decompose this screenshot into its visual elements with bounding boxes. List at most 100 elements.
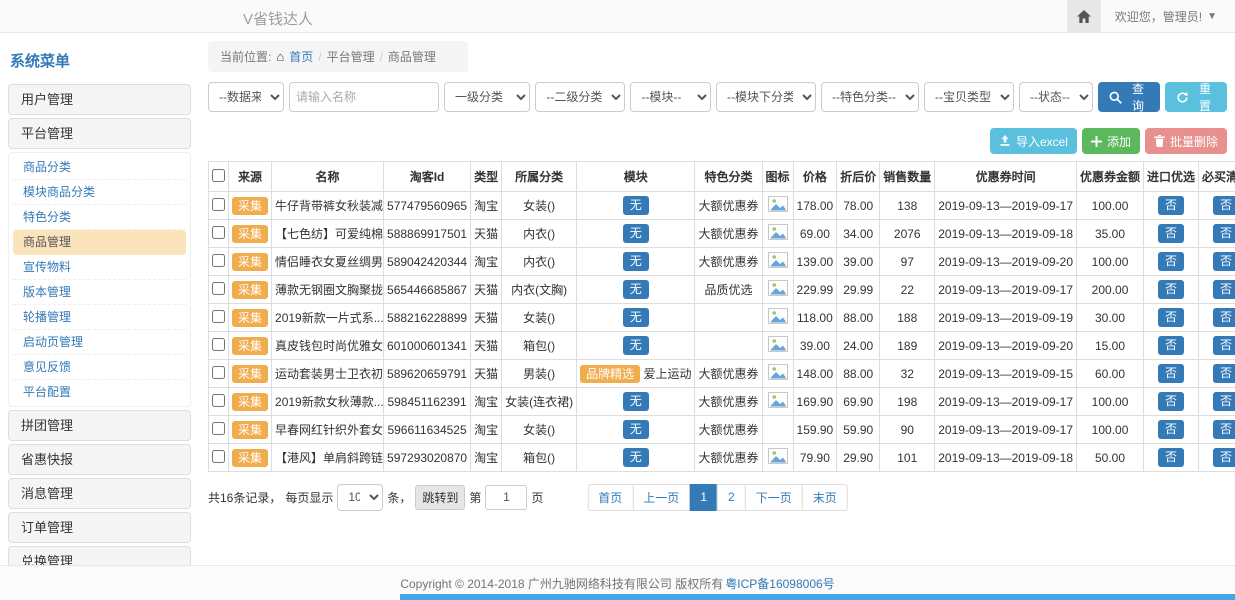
sidebar-item-意见反馈[interactable]: 意见反馈 <box>13 355 186 380</box>
pager-button-首页[interactable]: 首页 <box>587 484 633 511</box>
must-buy-toggle[interactable]: 否 <box>1213 392 1235 411</box>
must-buy-toggle[interactable]: 否 <box>1213 224 1235 243</box>
product-thumb-icon <box>768 448 788 464</box>
row-checkbox[interactable] <box>212 254 225 267</box>
must-buy-toggle[interactable]: 否 <box>1213 196 1235 215</box>
filter-select-2[interactable]: --二级分类-- <box>535 82 625 112</box>
batch-delete-button[interactable]: 批量删除 <box>1145 128 1227 154</box>
sidebar-group-订单管理[interactable]: 订单管理 <box>8 512 191 543</box>
layout: 系统菜单 用户管理平台管理商品分类模块商品分类特色分类商品管理宣传物料版本管理轮… <box>0 33 1235 600</box>
import-select-toggle[interactable]: 否 <box>1158 392 1184 411</box>
filter-select-7[interactable]: --状态-- <box>1019 82 1093 112</box>
search-button[interactable]: 查询 <box>1098 82 1160 112</box>
row-checkbox[interactable] <box>212 422 225 435</box>
pagination-bar: 共16条记录， 每页显示 10 条， 跳转到 第 页 首页上一页12下一页末页 <box>208 482 1227 512</box>
filter-select-1[interactable]: 一级分类 <box>444 82 530 112</box>
jump-button[interactable]: 跳转到 <box>415 485 465 510</box>
cell-checkbox <box>209 388 229 416</box>
product-table: 来源名称淘客Id类型所属分类模块特色分类图标价格折后价销售数量优惠券时间优惠券金… <box>208 161 1235 472</box>
pager-button-下一页[interactable]: 下一页 <box>745 484 803 511</box>
cell-module: 无 <box>577 388 695 416</box>
import-select-toggle[interactable]: 否 <box>1158 196 1184 215</box>
row-checkbox[interactable] <box>212 450 225 463</box>
name-search-input[interactable] <box>289 82 439 112</box>
sidebar-item-商品分类[interactable]: 商品分类 <box>13 155 186 180</box>
cell-discount-price: 88.00 <box>837 360 880 388</box>
row-checkbox[interactable] <box>212 366 225 379</box>
cell-discount-price: 88.00 <box>837 304 880 332</box>
must-buy-toggle[interactable]: 否 <box>1213 308 1235 327</box>
module-badge: 无 <box>623 224 649 243</box>
breadcrumb-item[interactable]: 平台管理 <box>327 48 375 65</box>
filter-select-3[interactable]: --模块-- <box>630 82 711 112</box>
sidebar-item-启动页管理[interactable]: 启动页管理 <box>13 330 186 355</box>
must-buy-toggle[interactable]: 否 <box>1213 420 1235 439</box>
must-buy-toggle[interactable]: 否 <box>1213 336 1235 355</box>
cell-product-name: 运动套装男士卫衣初秋... <box>272 360 384 388</box>
main-content: 当前位置: ⌂ 首页 / 平台管理 / 商品管理 --数据来源--一级分类--二… <box>208 41 1227 512</box>
import-select-toggle[interactable]: 否 <box>1158 252 1184 271</box>
import-select-toggle[interactable]: 否 <box>1158 280 1184 299</box>
sidebar-group-消息管理[interactable]: 消息管理 <box>8 478 191 509</box>
filter-select-5[interactable]: --特色分类-- <box>821 82 919 112</box>
product-thumb-icon <box>768 252 788 268</box>
sidebar-group-省惠快报[interactable]: 省惠快报 <box>8 444 191 475</box>
breadcrumb-home-link[interactable]: 首页 <box>289 48 313 65</box>
sidebar-item-模块商品分类[interactable]: 模块商品分类 <box>13 180 186 205</box>
cell-coupon-time: 2019-09-13—2019-09-17 <box>935 192 1077 220</box>
filter-select-6[interactable]: --宝贝类型-- <box>924 82 1014 112</box>
per-page-select[interactable]: 10 <box>337 484 383 511</box>
cell-discount-price: 34.00 <box>837 220 880 248</box>
sidebar-item-轮播管理[interactable]: 轮播管理 <box>13 305 186 330</box>
cell-product-name: 牛仔背带裤女秋装减龄... <box>272 192 384 220</box>
sidebar-item-特色分类[interactable]: 特色分类 <box>13 205 186 230</box>
must-buy-toggle[interactable]: 否 <box>1213 252 1235 271</box>
must-buy-toggle[interactable]: 否 <box>1213 280 1235 299</box>
product-thumb-icon <box>768 308 788 324</box>
cell-source: 采集 <box>229 192 272 220</box>
row-checkbox[interactable] <box>212 198 225 211</box>
pager-button-末页[interactable]: 末页 <box>802 484 848 511</box>
import-select-toggle[interactable]: 否 <box>1158 336 1184 355</box>
cell-price: 39.00 <box>793 332 837 360</box>
import-select-toggle[interactable]: 否 <box>1158 448 1184 467</box>
must-buy-toggle[interactable]: 否 <box>1213 364 1235 383</box>
cell-product-name: 情侣睡衣女夏丝绸男士... <box>272 248 384 276</box>
sidebar-item-平台配置[interactable]: 平台配置 <box>13 380 186 404</box>
add-button[interactable]: 添加 <box>1082 128 1140 154</box>
home-icon-button[interactable] <box>1067 0 1101 32</box>
row-checkbox[interactable] <box>212 394 225 407</box>
import-select-toggle[interactable]: 否 <box>1158 420 1184 439</box>
filter-select-source[interactable]: --数据来源-- <box>208 82 284 112</box>
import-select-toggle[interactable]: 否 <box>1158 224 1184 243</box>
module-badge: 无 <box>623 448 649 467</box>
filter-select-4[interactable]: --模块下分类-- <box>716 82 816 112</box>
breadcrumb-item[interactable]: 商品管理 <box>388 48 436 65</box>
row-checkbox[interactable] <box>212 282 225 295</box>
cell-coupon-amount: 100.00 <box>1077 192 1144 220</box>
import-select-toggle[interactable]: 否 <box>1158 364 1184 383</box>
cell-price: 148.00 <box>793 360 837 388</box>
select-all-checkbox[interactable] <box>212 169 225 182</box>
row-checkbox[interactable] <box>212 310 225 323</box>
row-checkbox[interactable] <box>212 226 225 239</box>
icp-link[interactable]: 粤ICP备16098006号 <box>725 575 834 592</box>
sidebar-item-商品管理[interactable]: 商品管理 <box>13 230 186 255</box>
sidebar-item-宣传物料[interactable]: 宣传物料 <box>13 255 186 280</box>
cell-feature-category: 大额优惠券 <box>695 444 762 472</box>
sidebar-group-用户管理[interactable]: 用户管理 <box>8 84 191 115</box>
pager-button-2[interactable]: 2 <box>717 484 746 511</box>
page-number-input[interactable] <box>485 485 527 510</box>
sidebar-group-平台管理[interactable]: 平台管理 <box>8 118 191 149</box>
pager-button-1[interactable]: 1 <box>689 484 718 511</box>
user-menu[interactable]: 欢迎您，管理员! ▼ <box>1101 8 1235 25</box>
import-excel-button[interactable]: 导入excel <box>990 128 1077 154</box>
sidebar-group-拼团管理[interactable]: 拼团管理 <box>8 410 191 441</box>
row-checkbox[interactable] <box>212 338 225 351</box>
sidebar-item-版本管理[interactable]: 版本管理 <box>13 280 186 305</box>
import-select-toggle[interactable]: 否 <box>1158 308 1184 327</box>
must-buy-toggle[interactable]: 否 <box>1213 448 1235 467</box>
pager-button-上一页[interactable]: 上一页 <box>632 484 690 511</box>
product-thumb-icon <box>768 336 788 352</box>
reset-button[interactable]: 重置 <box>1165 82 1227 112</box>
